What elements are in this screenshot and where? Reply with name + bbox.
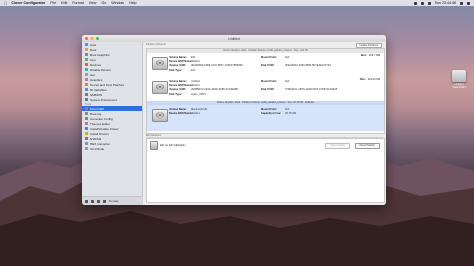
partition-size: Size: 209.7 MB bbox=[360, 54, 380, 57]
menu-help[interactable]: Help bbox=[129, 1, 136, 5]
hard-drive-icon bbox=[152, 81, 168, 94]
partition-scheme-header: Partition Scheme Update Partitions bbox=[143, 42, 386, 49]
partitions-list: Device Identifier: disk0 · Partition Sch… bbox=[146, 48, 385, 134]
disable-drivers-icon bbox=[85, 68, 88, 71]
menu-bar:  Clover Configurator File Edit Format V… bbox=[0, 0, 474, 6]
minimize-window-button[interactable] bbox=[90, 36, 94, 41]
open-partition-button[interactable]: Open Partition bbox=[325, 143, 350, 149]
menu-app-name[interactable]: Clover Configurator bbox=[11, 1, 45, 5]
window-title: Untitled bbox=[228, 36, 240, 41]
sidebar-footer: Donate bbox=[82, 196, 145, 205]
volume-icon[interactable] bbox=[420, 1, 424, 5]
generate-config-icon bbox=[85, 117, 88, 120]
menu-file[interactable]: File bbox=[50, 1, 56, 5]
graphics-icon bbox=[85, 78, 88, 81]
battery-icon[interactable] bbox=[427, 1, 431, 5]
menu-view[interactable]: View bbox=[89, 1, 97, 5]
donate-button[interactable]: Donate bbox=[109, 199, 119, 203]
save-document-icon[interactable] bbox=[97, 199, 100, 203]
menu-window[interactable]: Window bbox=[111, 1, 124, 5]
boot-graphics-icon bbox=[85, 53, 88, 56]
hex-converter-icon bbox=[85, 142, 88, 145]
efi-partition-row[interactable]: EFI on EFI (disk0s1) Open Partition Moun… bbox=[147, 139, 384, 151]
boot-log-icon bbox=[85, 112, 88, 115]
text-mode-icon bbox=[85, 147, 88, 150]
notification-center-icon[interactable] bbox=[467, 1, 470, 5]
apple-menu-icon[interactable]:  bbox=[4, 1, 7, 6]
acpi-icon bbox=[85, 43, 88, 46]
new-document-icon[interactable] bbox=[85, 199, 88, 203]
spotlight-search-icon[interactable] bbox=[460, 1, 463, 5]
open-document-icon[interactable] bbox=[91, 199, 94, 203]
donate-icon[interactable] bbox=[103, 199, 106, 203]
hard-drive-icon bbox=[152, 109, 168, 122]
partition-entry-disk2s1[interactable]: Volume Name: Macintosh HD Mount Point: N/A … bbox=[147, 105, 384, 131]
desktop-drive-label: Untitled Volume EFI bbox=[452, 83, 466, 89]
devices-icon bbox=[85, 63, 88, 66]
themes-editor-icon bbox=[85, 122, 88, 125]
zoom-window-button[interactable] bbox=[95, 36, 99, 41]
menubar-clock[interactable]: Sun 23:44:48 bbox=[435, 1, 456, 5]
system-parameters-icon bbox=[85, 98, 88, 101]
external-drive-icon bbox=[452, 70, 466, 82]
mount-efi-icon bbox=[85, 107, 88, 110]
menu-format[interactable]: Format bbox=[72, 1, 83, 5]
gui-icon bbox=[85, 73, 88, 76]
efi-partitions-list: EFI on EFI (disk0s1) Open Partition Moun… bbox=[146, 138, 385, 203]
boot-icon bbox=[85, 48, 88, 51]
install-drivers-icon bbox=[85, 132, 88, 135]
wifi-icon[interactable] bbox=[413, 1, 417, 5]
partition-size: Size: 119.00 GB bbox=[359, 78, 380, 81]
main-content: Partition Scheme Update Partitions Devic… bbox=[143, 42, 386, 205]
nvram-icon bbox=[85, 137, 88, 140]
desktop-drive-icon[interactable]: Untitled Volume EFI bbox=[450, 70, 468, 89]
partition-scheme-label: Partition Scheme bbox=[146, 43, 166, 46]
partition-entry-disk0s1[interactable]: Size: 209.7 MB Volume Name: EFI Mount Point… bbox=[147, 53, 384, 77]
close-window-button[interactable] bbox=[85, 36, 89, 41]
menu-go[interactable]: Go bbox=[101, 1, 106, 5]
sidebar-item-text-mode[interactable]: Text Mode bbox=[82, 146, 142, 151]
efi-disk-icon bbox=[150, 140, 158, 150]
smbios-icon bbox=[85, 93, 88, 96]
install-clover-icon bbox=[85, 127, 88, 130]
app-window: Untitled Acpi Boot Boot Graphics Cpu Dev… bbox=[82, 35, 386, 205]
partition-entry-disk1s1[interactable]: Size: 119.00 GB Volume Name: Untitled Mount… bbox=[147, 77, 384, 101]
rt-variables-icon bbox=[85, 88, 88, 91]
menu-edit[interactable]: Edit bbox=[61, 1, 67, 5]
cpu-icon bbox=[85, 58, 88, 61]
efi-partition-label: EFI on EFI (disk0s1) bbox=[160, 143, 186, 147]
kernel-patches-icon bbox=[85, 83, 88, 86]
sidebar: Acpi Boot Boot Graphics Cpu Devices Disa… bbox=[82, 42, 145, 205]
mount-partition-button[interactable]: Mount Partition bbox=[354, 143, 380, 149]
hard-drive-icon bbox=[152, 57, 168, 70]
